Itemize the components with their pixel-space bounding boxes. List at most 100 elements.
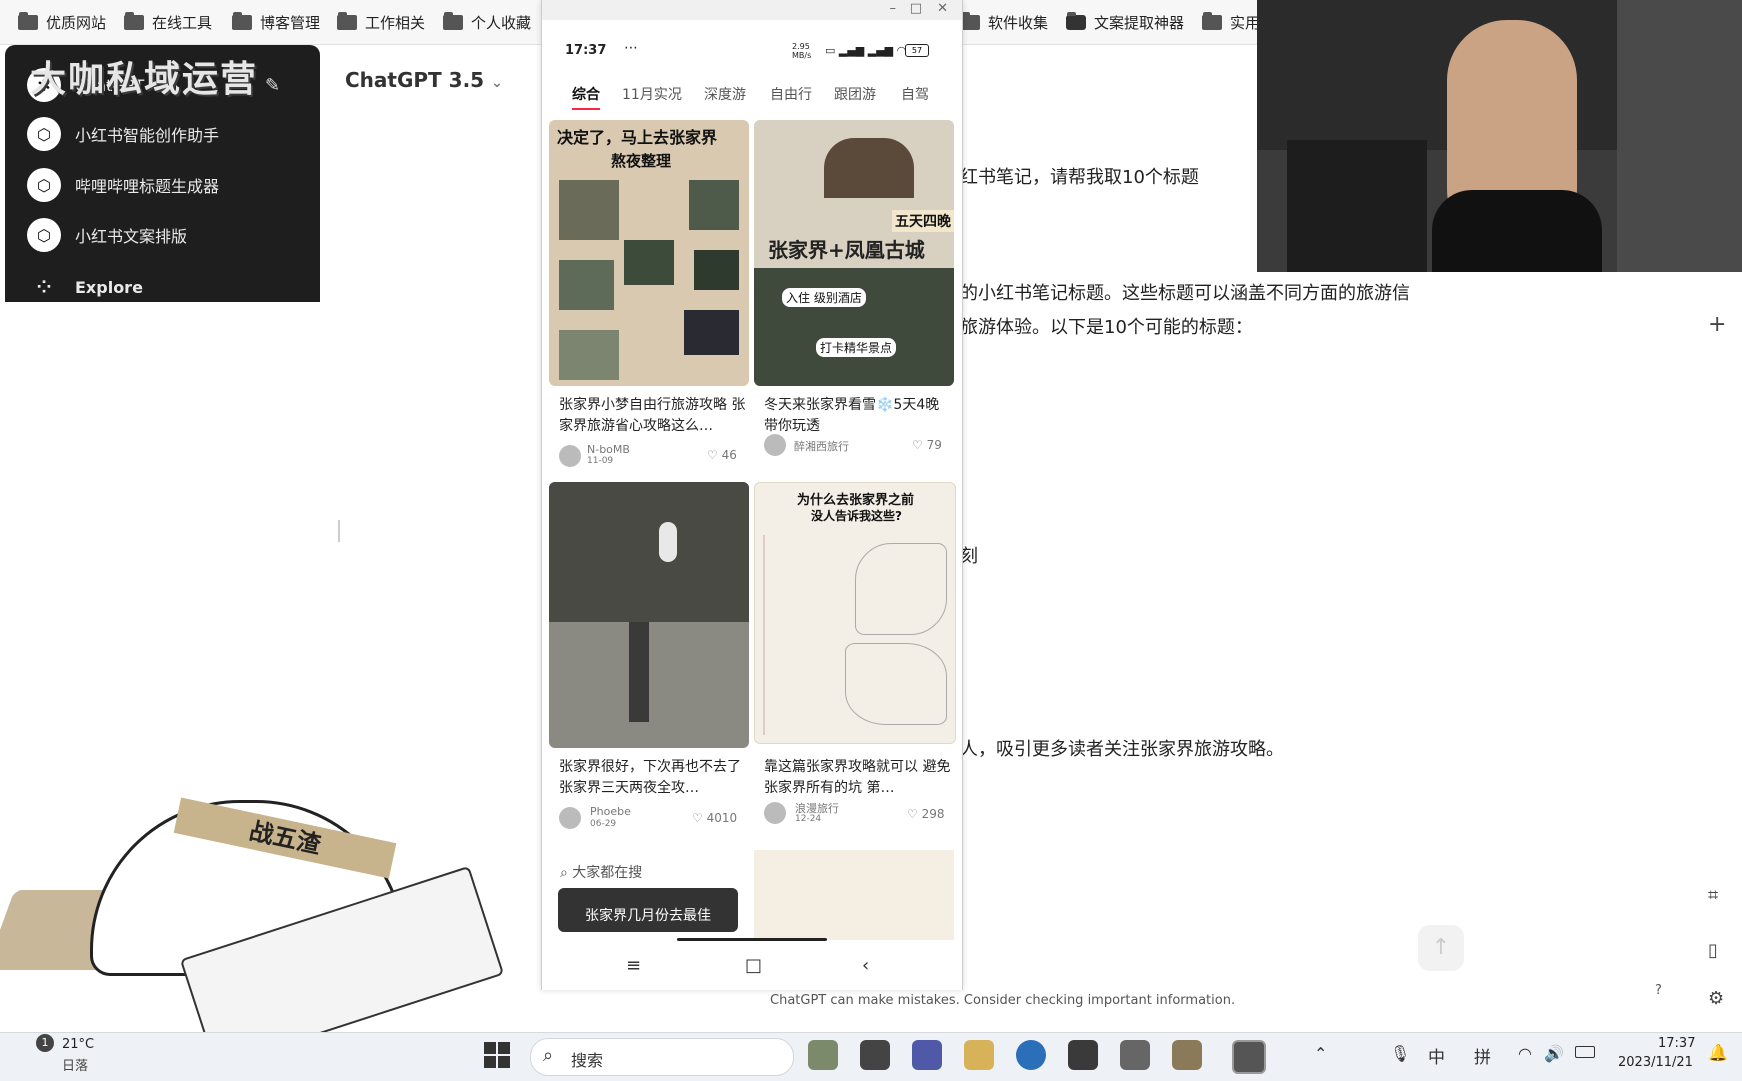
clock-time[interactable]: 17:37 [1658, 1036, 1695, 1051]
cover-title: 为什么去张家界之前 [797, 493, 915, 508]
response-text: 的小红书笔记标题。这些标题可以涵盖不同方面的旅游信 [960, 283, 1410, 304]
home-icon[interactable]: □ [745, 955, 762, 976]
chevron-down-icon: ⌄ [491, 75, 503, 91]
author-name[interactable]: N-boMB [587, 443, 630, 456]
settings-gear-icon[interactable]: ⚙ [1708, 988, 1724, 1009]
plus-icon[interactable]: + [1708, 312, 1726, 337]
bookmark-folder[interactable]: 软件收集 [960, 10, 1048, 34]
bookmark-label: 优质网站 [46, 13, 107, 32]
back-icon[interactable]: ‹ [862, 955, 869, 976]
suggestion-banner[interactable]: 张家界几月份去最佳 [558, 888, 738, 932]
response-text: 人，吸引更多读者关注张家界旅游攻略。 [960, 739, 1284, 760]
bookmark-link[interactable]: 文案提取神器 [1066, 10, 1184, 34]
bookmark-label: 博客管理 [260, 13, 321, 32]
folder-icon [18, 11, 38, 30]
note-cover-image[interactable] [754, 850, 954, 940]
tab-deep-travel[interactable]: 深度游 [704, 84, 746, 104]
status-time: 17:37 [565, 43, 607, 58]
bookmark-folder[interactable]: 个人收藏 [443, 10, 531, 34]
search-icon: ⌕ [543, 1045, 554, 1066]
note-cover-image[interactable] [549, 482, 749, 748]
note-cover-image[interactable]: 决定了，马上去张家界 熬夜整理 [549, 120, 749, 386]
folder-icon [232, 11, 252, 30]
notepad-icon[interactable] [1120, 1040, 1150, 1070]
bookmark-folder[interactable]: 优质网站 [18, 10, 106, 34]
bell-icon[interactable]: 🔔 [1708, 1043, 1728, 1062]
note-cover-image[interactable]: 为什么去张家界之前 没人告诉我这些? [754, 482, 956, 744]
avatar[interactable] [764, 802, 786, 824]
minimize-icon[interactable]: – [890, 1, 897, 16]
avatar[interactable] [559, 807, 581, 829]
microphone-icon[interactable]: 🎙 [1390, 1044, 1410, 1063]
new-chat-icon[interactable]: ✎ [265, 75, 280, 96]
note-date: 12-24 [795, 814, 822, 824]
note-caption[interactable]: 张家界小梦自由行旅游攻略 张家界旅游省心攻略这么… [559, 395, 747, 437]
like-count[interactable]: ♡ 46 [707, 448, 737, 462]
panel-icon[interactable]: ▯ [1708, 940, 1718, 961]
sidebar-resize-handle[interactable] [338, 520, 340, 542]
battery-icon[interactable] [1575, 1046, 1595, 1058]
avatar[interactable] [559, 445, 581, 467]
sidebar-item-explore[interactable]: ⁘ Explore [27, 267, 142, 307]
like-count[interactable]: ♡ 4010 [692, 811, 737, 825]
tab-group-tour[interactable]: 跟团游 [834, 84, 876, 104]
start-icon[interactable] [484, 1042, 510, 1068]
signal-icon: ▭ ▂▄▆ ▂▄▆ ◠ [825, 44, 907, 57]
ime-pinyin[interactable]: 拼 [1474, 1043, 1491, 1068]
search-suggestion-label: 大家都在搜 [572, 865, 643, 881]
gpt-cube-icon: ⬡ [27, 117, 61, 151]
app-icon[interactable] [808, 1040, 838, 1070]
search-suggestion[interactable]: ⌕ 大家都在搜 [560, 862, 642, 882]
author-name[interactable]: 醉湘西旅行 [794, 438, 849, 454]
weather-status[interactable]: 日落 [62, 1055, 88, 1074]
sidebar-item-xhs-layout[interactable]: ⬡ 小红书文案排版 [27, 215, 187, 255]
bookmark-folder[interactable]: 博客管理 [232, 10, 320, 34]
send-button[interactable]: ↑ [1418, 925, 1464, 971]
tab-all[interactable]: 综合 [572, 84, 600, 110]
weather-temp[interactable]: 21°C [62, 1037, 94, 1052]
folder-icon [337, 11, 357, 30]
taskbar-search[interactable]: ⌕ 搜索 [530, 1038, 794, 1076]
like-count[interactable]: ♡ 79 [912, 438, 942, 452]
screenshot-icon[interactable]: ⌗ [1708, 885, 1718, 906]
cover-title: 张家界+凤凰古城 [768, 238, 925, 262]
cover-subtitle: 熬夜整理 [611, 152, 672, 170]
tab-self-guided[interactable]: 自由行 [770, 84, 812, 104]
wifi-icon[interactable]: ◠ [1518, 1044, 1532, 1063]
chevron-up-icon[interactable]: ⌃ [1314, 1044, 1327, 1063]
note-cover-image[interactable]: 五天四晚 张家界+凤凰古城 入住 级别酒店 打卡精华景点 [754, 120, 954, 386]
tab-self-drive[interactable]: 自驾 [901, 84, 929, 104]
model-selector[interactable]: ChatGPT 3.5 ⌄ [345, 68, 503, 92]
note-date: 06-29 [590, 819, 617, 829]
maximize-icon[interactable]: □ [910, 1, 922, 16]
sidebar-item-xhs-assistant[interactable]: ⬡ 小红书智能创作助手 [27, 114, 219, 154]
like-count[interactable]: ♡ 298 [907, 807, 944, 821]
ime-mode[interactable]: 中 [1428, 1043, 1445, 1068]
teams-icon[interactable] [912, 1040, 942, 1070]
author-name[interactable]: Phoebe [590, 805, 631, 818]
network-speed: 2.95 MB/s [792, 42, 812, 60]
tab-november[interactable]: 11月实况 [622, 84, 682, 104]
bookmark-folder[interactable]: 工作相关 [337, 10, 425, 34]
file-explorer-icon[interactable] [964, 1040, 994, 1070]
close-icon[interactable]: ✕ [937, 1, 948, 16]
sidebar-item-bilibili-titles[interactable]: ⬡ 哔哩哔哩标题生成器 [27, 165, 219, 205]
app-icon[interactable] [1068, 1040, 1098, 1070]
response-text: 旅游体验。以下是10个可能的标题： [960, 317, 1253, 338]
clock-date[interactable]: 2023/11/21 [1618, 1055, 1693, 1070]
sidebar-item-label: 哔哩哔哩标题生成器 [75, 177, 220, 196]
webcam-overlay [1257, 0, 1742, 272]
app-icon[interactable] [860, 1040, 890, 1070]
note-caption[interactable]: 靠这篇张家界攻略就可以 避免张家界所有的坑 第… [764, 757, 952, 799]
avatar[interactable] [764, 434, 786, 456]
phone-mirror-icon[interactable] [1232, 1040, 1266, 1074]
bookmark-folder[interactable]: 在线工具 [124, 10, 212, 34]
app-icon[interactable] [1172, 1040, 1202, 1070]
edge-icon[interactable] [1016, 1040, 1046, 1070]
note-caption[interactable]: 张家界很好，下次再也不去了 张家界三天两夜全攻… [559, 757, 747, 799]
volume-icon[interactable]: 🔊 [1544, 1044, 1564, 1063]
note-caption[interactable]: 冬天来张家界看雪❄️5天4晚 带你玩透 [764, 395, 952, 437]
menu-icon[interactable]: ≡ [626, 955, 641, 976]
bookmark-folder[interactable]: 实用 [1202, 10, 1260, 34]
help-icon[interactable]: ? [1655, 983, 1662, 998]
